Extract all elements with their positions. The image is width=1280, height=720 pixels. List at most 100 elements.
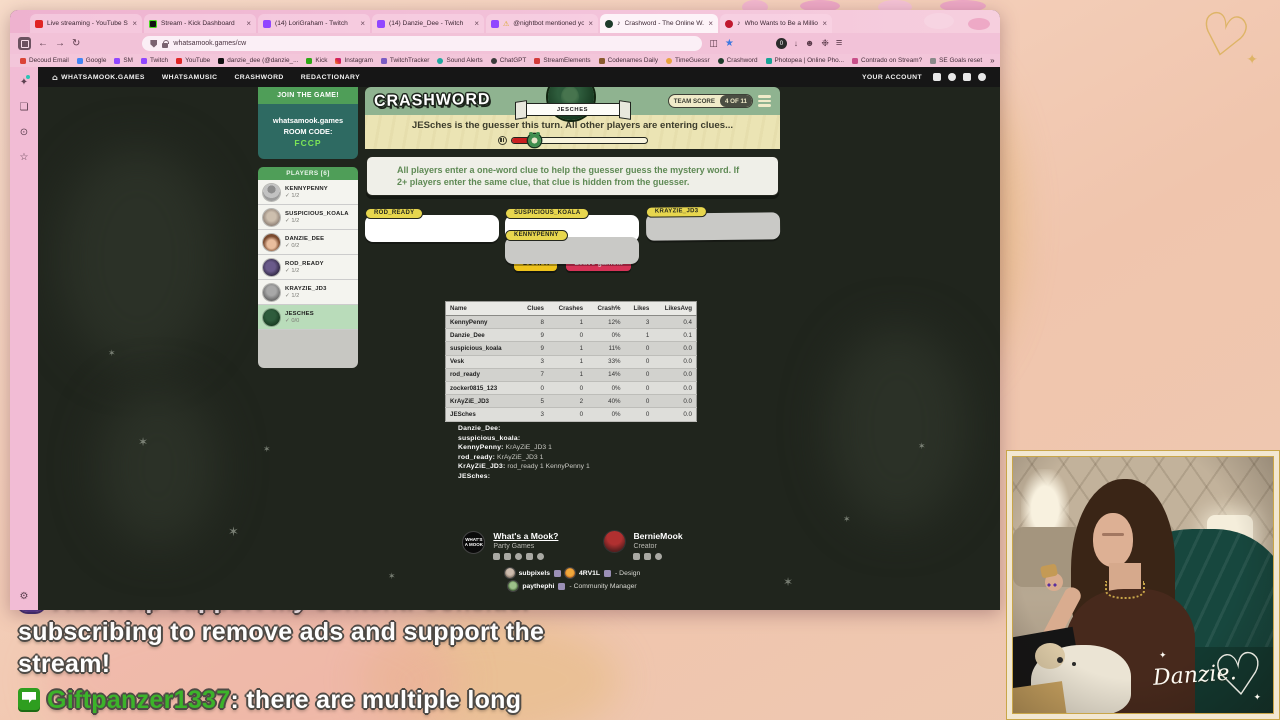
twitter-icon[interactable] xyxy=(644,553,652,560)
tab-kick-dashboard[interactable]: Stream - Kick Dashboard × xyxy=(144,14,256,33)
starred-icon[interactable]: ☆ xyxy=(20,152,29,163)
tracking-shield-icon[interactable] xyxy=(150,39,158,48)
instagram-icon[interactable] xyxy=(515,553,523,560)
clue-log-line: rod_ready: KrAyZiE_JD3 1 xyxy=(458,453,544,461)
nav-your-account[interactable]: YOUR ACCOUNT xyxy=(862,74,922,81)
sidebar-toggle-button[interactable] xyxy=(18,37,31,50)
bookmark-item[interactable]: Google xyxy=(76,57,106,64)
subpixels-avatar xyxy=(504,568,515,578)
reader-view-icon[interactable]: ◫ xyxy=(709,39,718,48)
tab-close-icon[interactable]: × xyxy=(246,19,251,28)
nav-whatsamook-games[interactable]: ⌂ WHATSAMOOK.GAMES xyxy=(52,73,145,82)
nav-crashword[interactable]: CRASHWORD xyxy=(234,74,283,81)
bookmark-item[interactable]: danzie_dee (@danzie_... xyxy=(218,57,298,64)
bookmark-item[interactable]: StreamElements xyxy=(534,57,591,64)
bookmark-item[interactable]: Sound Alerts xyxy=(437,57,483,64)
table-row: Vesk 3 1 33% 0 0.0 xyxy=(445,355,697,369)
footer-creator-block: BernieMook Creator xyxy=(604,531,683,560)
bookmark-item[interactable]: Contrado on Stream? xyxy=(852,57,922,64)
back-button[interactable]: ← xyxy=(38,38,48,49)
star-sparkle: ✶ xyxy=(918,442,926,452)
tab-millionaire[interactable]: ♪ Who Wants to Be a Millio.. × xyxy=(720,14,832,33)
credits-community: paythephi - Community Manager xyxy=(508,581,637,591)
account-icon[interactable]: ❉ xyxy=(821,39,829,48)
discord-icon[interactable] xyxy=(978,73,986,81)
twitch-icon[interactable] xyxy=(558,582,566,590)
bookmark-star-icon[interactable]: ★ xyxy=(725,38,734,49)
tab-close-icon[interactable]: × xyxy=(588,19,593,28)
bookmark-item[interactable]: Photopea | Online Pho... xyxy=(765,57,844,64)
millionaire-favicon-icon xyxy=(725,19,733,28)
tab-crashword-active[interactable]: ♪ Crashword - The Online W.. × xyxy=(600,14,718,33)
twitter-icon[interactable] xyxy=(504,553,512,560)
twitch-icon[interactable] xyxy=(493,553,501,560)
twitch-icon[interactable] xyxy=(554,569,561,577)
extension-icon[interactable]: ☻ xyxy=(805,39,814,48)
crashword-page: ⌂ WHATSAMOOK.GAMES WHATSAMUSIC CRASHWORD … xyxy=(38,67,1000,610)
clue-log-line: KennyPenny: KrAyZiE_JD3 1 xyxy=(458,444,552,452)
bookmarks-panel-icon[interactable]: ❏ xyxy=(20,102,29,113)
reload-button[interactable]: ↻ xyxy=(72,38,80,49)
game-body: ✶ ✶ ✶ ✶ ✶ ✶ ✶ ✶ JOIN THE GAME! whatsamoo… xyxy=(38,87,1000,610)
bookmark-item[interactable]: ChatGPT xyxy=(490,57,526,64)
menu-button[interactable]: ≡ xyxy=(836,38,842,49)
player-avatar xyxy=(263,308,280,326)
bookmark-item[interactable]: Kick xyxy=(306,57,327,64)
url-text[interactable]: whatsamook.games/cw xyxy=(173,40,246,47)
tab-twitch-lorigraham[interactable]: (14) LoriGraham - Twitch × xyxy=(258,14,370,33)
download-icon[interactable]: ↓ xyxy=(794,39,798,48)
clue-input[interactable] xyxy=(365,215,499,242)
turn-banner: JESches is the guesser this turn. All ot… xyxy=(365,115,780,149)
sparkle-icon: ✦ xyxy=(1253,693,1261,703)
bookmark-item[interactable]: Twitch xyxy=(141,57,168,64)
webcam-frame: ♡ Danzie. ✦ ✦ xyxy=(1012,456,1274,714)
history-icon[interactable]: ⊙ xyxy=(20,127,28,138)
bookmark-item[interactable]: SE Goals reset xyxy=(930,57,982,64)
forward-button[interactable]: → xyxy=(55,38,65,49)
tab-close-icon[interactable]: × xyxy=(474,19,479,28)
player-avatar xyxy=(263,208,280,226)
bookmark-item[interactable]: Instagram xyxy=(335,57,373,64)
bookmarks-overflow-chevron[interactable]: » xyxy=(990,56,994,65)
browser-toolbar: ← → ↻ whatsamook.games/cw ◫ ★ 0 ↓ ☻ ❉ ≡ xyxy=(10,33,1000,54)
instagram-icon[interactable] xyxy=(655,553,663,560)
tab-nightbot-mention[interactable]: ⚠ @nightbot mentioned you × xyxy=(486,14,598,33)
table-row: suspicious_koala 9 1 11% 0 0.0 xyxy=(445,341,697,356)
tiktok-icon[interactable] xyxy=(963,73,971,81)
instagram-icon[interactable] xyxy=(948,73,956,81)
twitch-icon[interactable] xyxy=(633,553,641,560)
tab-close-icon[interactable]: × xyxy=(360,19,365,28)
bookmark-item[interactable]: TwitchTracker xyxy=(380,57,429,64)
tab-close-icon[interactable]: × xyxy=(822,19,827,28)
theme-blossom xyxy=(924,13,954,29)
adblock-badge[interactable]: 0 xyxy=(775,38,787,49)
settings-gear-icon[interactable]: ⚙ xyxy=(20,591,29,602)
theme-blossom xyxy=(968,18,990,30)
tab-close-icon[interactable]: × xyxy=(132,19,137,28)
star-sparkle: ✶ xyxy=(138,435,149,449)
menu-hamburger-icon[interactable] xyxy=(758,95,771,107)
bookmark-item[interactable]: Codenames Daily xyxy=(598,57,658,64)
bookmark-item[interactable]: Crashword xyxy=(717,57,758,64)
bookmark-item[interactable]: SM xyxy=(114,57,133,64)
ai-chat-icon[interactable]: ✦ xyxy=(20,75,31,88)
player-row: SUSPICIOUS_KOALA ✓ 1/2 xyxy=(258,205,358,230)
tiktok-icon[interactable] xyxy=(526,553,534,560)
whats-a-mook-link[interactable]: What's a Mook? xyxy=(493,531,558,541)
leaf-pattern xyxy=(98,387,218,547)
twitch-favicon-icon xyxy=(491,19,499,28)
star-sparkle: ✶ xyxy=(108,349,116,359)
nav-whatsamusic[interactable]: WHATSAMUSIC xyxy=(162,74,218,81)
pause-button[interactable] xyxy=(497,135,507,145)
discord-icon[interactable] xyxy=(537,553,545,560)
twitter-icon[interactable] xyxy=(933,73,941,81)
address-bar[interactable]: whatsamook.games/cw xyxy=(142,36,703,51)
bookmark-item[interactable]: TimeGuessr xyxy=(666,57,710,64)
twitch-icon[interactable] xyxy=(604,569,612,577)
bookmark-item[interactable]: Decoud Email xyxy=(20,57,69,64)
tab-twitch-danzie-dee[interactable]: (14) Danzie_Dee - Twitch × xyxy=(372,14,484,33)
tab-youtube-studio[interactable]: Live streaming - YouTube Studi × xyxy=(30,14,142,33)
bookmark-item[interactable]: YouTube xyxy=(176,57,210,64)
tab-close-icon[interactable]: × xyxy=(708,19,713,28)
nav-redactionary[interactable]: REDACTIONARY xyxy=(301,74,360,81)
